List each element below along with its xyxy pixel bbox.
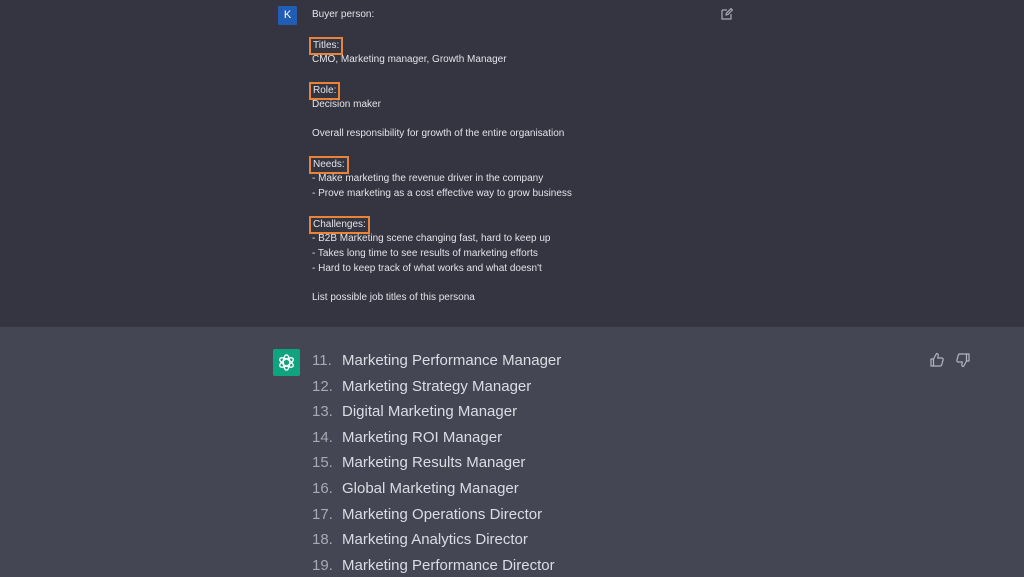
prompt-line: Overall responsibility for growth of the… [312,128,565,139]
list-item: 14. Marketing ROI Manager [312,429,503,446]
chat-window: K Buyer person: Titles: CMO, Marketing m… [0,0,1024,577]
list-item: 17. Marketing Operations Director [312,506,543,523]
list-item: 13. Digital Marketing Manager [312,403,518,420]
list-item: 11. Marketing Performance Manager [312,352,562,369]
prompt-line: - Takes long time to see results of mark… [312,248,538,259]
thumbs-down-icon[interactable] [955,352,971,368]
openai-logo-icon [279,354,294,371]
prompt-line: - Hard to keep track of what works and w… [312,263,542,274]
prompt-line: - Make marketing the revenue driver in t… [312,173,544,184]
list-item: 15. Marketing Results Manager [312,454,526,471]
list-item: 19. Marketing Performance Director [312,557,555,574]
list-item: 12. Marketing Strategy Manager [312,378,532,395]
prompt-line: CMO, Marketing manager, Growth Manager [312,54,507,65]
thumbs-up-icon[interactable] [929,352,945,368]
prompt-line: Buyer person: [312,9,375,20]
prompt-line: - B2B Marketing scene changing fast, har… [312,233,551,244]
prompt-line: List possible job titles of this persona [312,292,475,303]
assistant-avatar [273,349,300,376]
user-avatar: K [278,6,297,25]
prompt-line: Decision maker [312,99,381,110]
edit-icon[interactable] [720,7,734,21]
list-item: 18. Marketing Analytics Director [312,531,528,548]
user-message: K Buyer person: Titles: CMO, Marketing m… [0,0,1024,328]
list-item: 16. Global Marketing Manager [312,480,519,497]
prompt-line: - Prove marketing as a cost effective wa… [312,188,572,199]
